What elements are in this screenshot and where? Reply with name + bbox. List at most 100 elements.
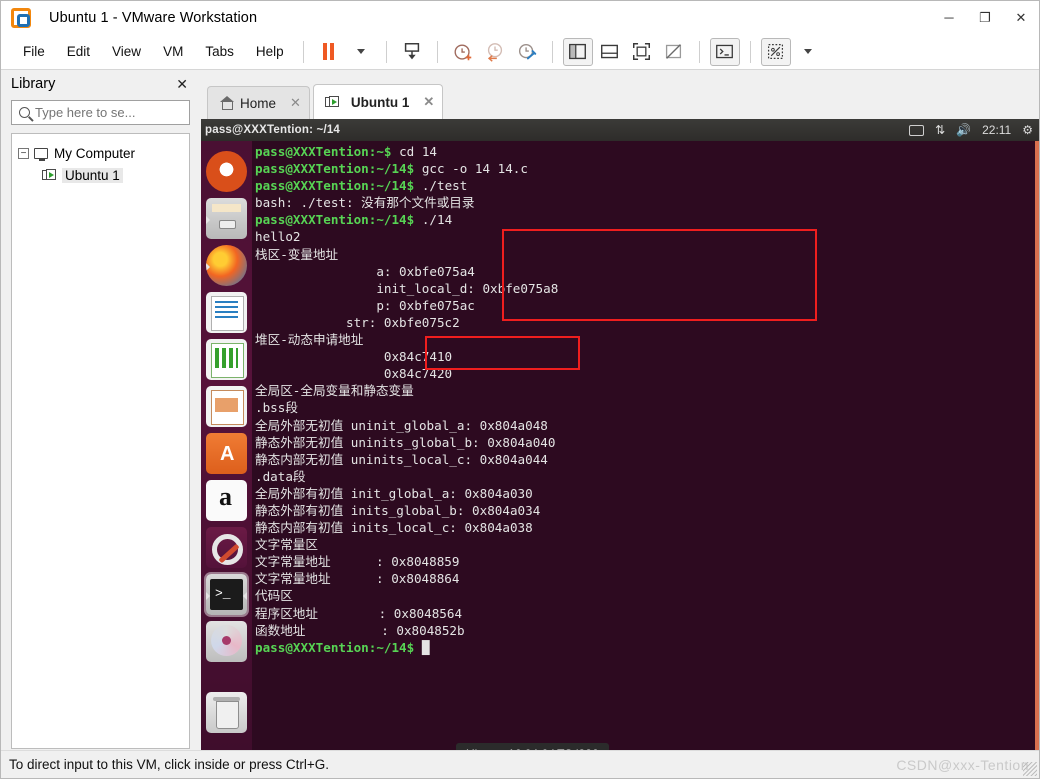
tree-item-label: My Computer (54, 145, 136, 161)
tree-item-label: Ubuntu 1 (62, 167, 123, 183)
launcher-system-settings[interactable] (206, 527, 247, 568)
status-bar: To direct input to this VM, click inside… (1, 750, 1039, 778)
tab-home[interactable]: Home ✕ (207, 86, 310, 119)
search-icon (19, 107, 30, 118)
vm-os-tooltip: Ubuntu 16.04.6 LTS i386 (456, 743, 609, 750)
toolbar-divider (698, 40, 700, 63)
guest-indicators: ⇅ 🔊 22:11 ⚙ (909, 123, 1033, 137)
fullscreen-button[interactable] (627, 38, 657, 66)
launcher-software-center[interactable] (206, 433, 247, 474)
computer-icon (34, 147, 48, 161)
snapshot-revert-icon (487, 42, 502, 62)
tab-close-icon[interactable]: ✕ (423, 94, 434, 110)
desktop-right-strip (1035, 141, 1039, 750)
volume-icon[interactable]: 🔊 (956, 123, 971, 137)
show-library-button[interactable] (562, 37, 593, 66)
send-ctrl-alt-del-button[interactable] (397, 38, 427, 66)
fullscreen-icon (633, 42, 651, 61)
window-title: Ubuntu 1 - VMware Workstation (49, 9, 258, 26)
stretch-icon (768, 43, 784, 60)
menu-help[interactable]: Help (246, 40, 294, 63)
launcher-impress[interactable] (206, 386, 247, 427)
tab-label: Ubuntu 1 (350, 94, 410, 110)
window-controls: ─ ❐ ✕ (931, 1, 1039, 34)
vmware-logo-icon (11, 7, 31, 28)
launcher-files[interactable] (206, 198, 247, 239)
pause-button[interactable] (314, 38, 344, 66)
launcher-amazon[interactable] (206, 480, 247, 521)
panel-bottom-icon (601, 44, 619, 59)
library-search[interactable] (11, 100, 221, 125)
take-snapshot-button[interactable] (448, 38, 478, 66)
vm-display[interactable]: pass@XXXTention: ~/14 ⇅ 🔊 22:11 ⚙ A a >_… (201, 119, 1039, 750)
launcher-writer[interactable] (206, 292, 247, 333)
chevron-down-icon (356, 49, 365, 54)
tab-label: Home (240, 95, 277, 111)
terminal-window[interactable]: pass@XXXTention:~$ cd 14 pass@XXXTention:… (252, 141, 1039, 750)
launcher-firefox[interactable] (206, 245, 247, 286)
search-input[interactable] (35, 105, 211, 120)
menu-bar: File Edit View VM Tabs Help (1, 34, 1039, 70)
toolbar-divider (749, 40, 751, 63)
launcher-dash[interactable] (206, 151, 247, 192)
launcher-trash[interactable] (206, 692, 247, 733)
snapshot-add-icon (454, 43, 471, 60)
stretch-guest-button[interactable] (760, 37, 791, 66)
toolbar-divider (302, 40, 304, 63)
network-updown-icon[interactable]: ⇅ (935, 123, 945, 137)
guest-window-title: pass@XXXTention: ~/14 (205, 124, 341, 136)
guest-top-panel: pass@XXXTention: ~/14 ⇅ 🔊 22:11 ⚙ (201, 119, 1039, 141)
title-bar: Ubuntu 1 - VMware Workstation ─ ❐ ✕ (1, 1, 1039, 34)
pause-icon (323, 43, 335, 60)
terminal-output: pass@XXXTention:~$ cd 14 pass@XXXTention:… (255, 144, 559, 655)
minimize-button[interactable]: ─ (931, 1, 967, 34)
status-message: To direct input to this VM, click inside… (9, 757, 329, 772)
keyboard-icon[interactable] (909, 124, 925, 136)
menu-view[interactable]: View (102, 40, 151, 63)
vm-icon (42, 169, 56, 181)
snapshot-manager-button[interactable] (512, 38, 542, 66)
resize-grip[interactable] (1023, 762, 1037, 776)
revert-snapshot-button[interactable] (480, 38, 510, 66)
library-header: Library ✕ (1, 70, 200, 98)
close-button[interactable]: ✕ (1003, 1, 1039, 34)
launcher-terminal[interactable] (206, 574, 247, 615)
stretch-dropdown[interactable] (793, 38, 823, 66)
close-icon[interactable]: ✕ (172, 76, 192, 93)
unity-launcher (201, 141, 252, 750)
clock-label[interactable]: 22:11 (982, 123, 1011, 137)
pause-dropdown[interactable] (346, 38, 376, 66)
library-tree: − My Computer Ubuntu 1 (11, 133, 190, 749)
tree-item-ubuntu-1[interactable]: Ubuntu 1 (12, 164, 189, 186)
tab-close-icon[interactable]: ✕ (290, 95, 301, 111)
watermark-label: CSDN@xxx-Tention (896, 756, 1029, 773)
library-panel: Library ✕ − My Computer Ubuntu 1 (1, 70, 221, 750)
tree-item-my-computer[interactable]: − My Computer (12, 142, 189, 164)
show-thumbnail-bar-button[interactable] (595, 38, 625, 66)
tab-strip: Home ✕ Ubuntu 1 ✕ (201, 70, 1039, 119)
console-icon (716, 44, 734, 59)
power-gear-icon[interactable]: ⚙ (1022, 123, 1033, 137)
unity-mode-button[interactable] (659, 38, 689, 66)
toolbar-divider (385, 40, 387, 63)
toolbar-divider (436, 40, 438, 63)
unity-mode-icon (666, 44, 682, 59)
toolbar-divider (551, 40, 553, 63)
panel-left-icon (569, 43, 587, 60)
launcher-dvd[interactable] (206, 621, 247, 662)
snapshot-manage-icon (518, 43, 536, 59)
menu-edit[interactable]: Edit (57, 40, 100, 63)
restore-button[interactable]: ❐ (967, 1, 1003, 34)
tab-ubuntu-1[interactable]: Ubuntu 1 ✕ (312, 84, 444, 119)
vm-icon (324, 96, 339, 108)
console-view-button[interactable] (709, 37, 740, 66)
expander-icon[interactable]: − (18, 147, 29, 159)
chevron-down-icon (803, 49, 812, 54)
launcher-calc[interactable] (206, 339, 247, 380)
library-title: Library (11, 76, 56, 92)
home-icon (219, 96, 234, 110)
send-key-icon (404, 42, 419, 59)
menu-file[interactable]: File (13, 40, 55, 63)
menu-tabs[interactable]: Tabs (195, 40, 244, 63)
menu-vm[interactable]: VM (153, 40, 193, 63)
